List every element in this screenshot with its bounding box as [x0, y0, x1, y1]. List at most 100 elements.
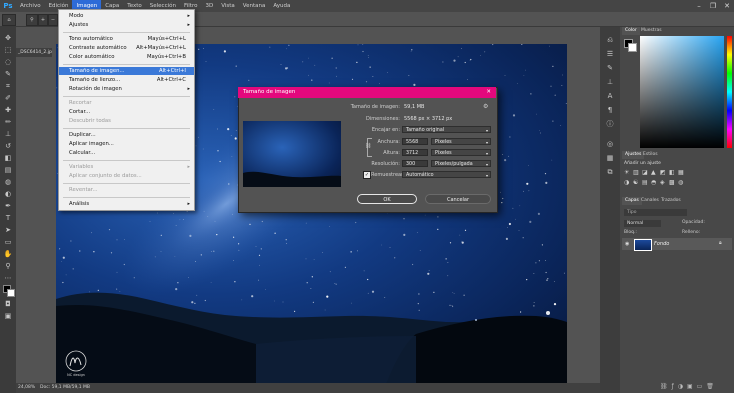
menu-item[interactable]: Color automático Mayús+Ctrl+B [59, 53, 194, 61]
resample-select[interactable]: Automático ▾ [402, 171, 491, 178]
more-tools-icon[interactable]: ⋯ [3, 273, 13, 283]
tab-swatches[interactable]: Muestras [638, 27, 665, 35]
adjustment-layer-icon[interactable]: ◓ [651, 179, 656, 186]
resolution-unit-select[interactable]: Píxeles/pulgada ▾ [431, 160, 491, 167]
close-icon[interactable]: ✕ [720, 0, 734, 12]
resolution-input[interactable]: 300 [402, 160, 428, 167]
dialog-gear-icon[interactable]: ⚙ [483, 103, 488, 110]
menu-item[interactable]: Tamaño de lienzo... Alt+Ctrl+C [59, 76, 194, 84]
menubar-item[interactable]: Ayuda [269, 0, 294, 12]
pen-tool-icon[interactable]: ✒ [3, 201, 13, 211]
ok-button[interactable]: OK [357, 194, 417, 204]
menubar-item[interactable]: 3D [201, 0, 217, 12]
adjustment-layer-icon[interactable]: ◑ [624, 179, 629, 186]
adjustment-layer-icon[interactable]: ▲ [651, 169, 656, 176]
healing-tool-icon[interactable]: ✚ [3, 105, 13, 115]
dodge-tool-icon[interactable]: ◐ [3, 189, 13, 199]
color-bg-swatch[interactable] [628, 43, 637, 52]
adjustment-layer-icon[interactable]: ☯ [633, 179, 638, 186]
visibility-eye-icon[interactable]: ◉ [625, 241, 629, 247]
history-brush-tool-icon[interactable]: ↺ [3, 141, 13, 151]
brush-panel-icon[interactable]: ✎ [605, 63, 615, 73]
height-input[interactable]: 3712 [402, 149, 428, 156]
fit-to-select[interactable]: Tamaño original ▾ [402, 126, 491, 133]
menu-item[interactable]: Ajustes ▸ [59, 21, 194, 29]
hand-tool-icon[interactable]: ✋ [3, 249, 13, 259]
zoom-view-tool-icon[interactable]: ⚲ [3, 261, 13, 271]
quick-mask-icon[interactable]: ◘ [3, 299, 13, 309]
height-unit-select[interactable]: Píxeles ▾ [431, 149, 491, 156]
styles-panel-icon[interactable]: ◎ [605, 139, 615, 149]
dialog-preview-image[interactable] [243, 121, 341, 187]
adjustment-layer-icon[interactable]: ◈ [660, 179, 665, 186]
adjustment-layer-icon[interactable]: ◍ [678, 179, 683, 186]
menu-item[interactable]: Tamaño de imagen... Alt+Ctrl+I [59, 67, 194, 75]
width-input[interactable]: 5568 [402, 138, 428, 145]
swatch-panel-icon[interactable]: ▦ [605, 153, 615, 163]
blend-mode-select[interactable]: Normal [624, 220, 661, 227]
menu-item[interactable]: Calcular... [59, 149, 194, 157]
brush-tool-icon[interactable]: ✏ [3, 117, 13, 127]
adjustment-layer-icon[interactable]: ◪ [642, 169, 648, 176]
background-color-swatch[interactable] [7, 289, 15, 297]
adjustment-layer-icon[interactable]: ◩ [660, 169, 666, 176]
document-tab[interactable]: _DSC6414_2.jpg al 24,1% (RGB/8#) [16, 48, 52, 57]
type-tool-icon[interactable]: T [3, 213, 13, 223]
path-select-tool-icon[interactable]: ➤ [3, 225, 13, 235]
layer-row-background[interactable]: ◉ Fondo 🔒︎ [622, 238, 732, 251]
gradient-tool-icon[interactable]: ▤ [3, 165, 13, 175]
crop-tool-icon[interactable]: ⌗ [3, 81, 13, 91]
menu-item[interactable]: Cortar... [59, 108, 194, 116]
adjustment-layer-icon[interactable]: ▤ [642, 179, 648, 186]
menu-item[interactable]: Duplicar... [59, 131, 194, 139]
tab-styles[interactable]: Estilos [640, 151, 661, 159]
menu-item[interactable]: Aplicar imagen... [59, 140, 194, 148]
zoom-tool-icon[interactable]: ⚲ [26, 14, 38, 26]
clone-panel-icon[interactable]: ⊥ [605, 77, 615, 87]
menubar-item[interactable]: Vista [217, 0, 239, 12]
adjustment-layer-icon[interactable]: ▩ [669, 179, 675, 186]
zoom-in-icon[interactable]: + [38, 14, 48, 26]
quick-select-tool-icon[interactable]: ✎ [3, 69, 13, 79]
zoom-out-icon[interactable]: − [48, 14, 58, 26]
hue-slider[interactable] [727, 36, 732, 148]
menu-item[interactable]: Contraste automático Alt+Mayús+Ctrl+L [59, 44, 194, 52]
menubar-item[interactable]: Ventana [239, 0, 270, 12]
menu-item[interactable]: Rotación de imagen ▸ [59, 85, 194, 93]
lasso-tool-icon[interactable]: ◌ [3, 57, 13, 67]
tab-paths[interactable]: Trazados [658, 197, 684, 205]
zoom-level[interactable]: 24,08% [18, 383, 35, 393]
resample-checkbox[interactable]: ✓ [363, 171, 371, 179]
width-unit-select[interactable]: Píxeles ▾ [431, 138, 491, 145]
info-panel-icon[interactable]: ⓘ [605, 119, 615, 129]
menu-item[interactable]: Modo ▸ [59, 12, 194, 20]
properties-panel-icon[interactable]: ☰ [605, 49, 615, 59]
menu-item[interactable]: Análisis ▸ [59, 200, 194, 208]
menubar-item[interactable]: Archivo [16, 0, 45, 12]
screen-mode-icon[interactable]: ▣ [3, 311, 13, 321]
layer-bottom-icons[interactable]: ⛓ƒ◑▣▭🗑︎ [660, 383, 718, 390]
marquee-tool-icon[interactable]: ⬚ [3, 45, 13, 55]
blur-tool-icon[interactable]: ◍ [3, 177, 13, 187]
doc-size-info[interactable]: Doc: 59,1 MB/59,1 MB [40, 383, 90, 393]
cancel-button[interactable]: Cancelar [425, 194, 491, 204]
minimize-icon[interactable]: – [692, 0, 706, 12]
adjustment-layer-icon[interactable]: ▦ [678, 169, 684, 176]
stamp-tool-icon[interactable]: ⊥ [3, 129, 13, 139]
rectangle-tool-icon[interactable]: ▭ [3, 237, 13, 247]
history-panel-icon[interactable]: ⎌ [605, 35, 615, 45]
move-tool-icon[interactable]: ✥ [3, 33, 13, 43]
menu-item[interactable]: Tono automático Mayús+Ctrl+L [59, 35, 194, 43]
eyedropper-tool-icon[interactable]: ✐ [3, 93, 13, 103]
restore-icon[interactable]: ❐ [706, 0, 720, 12]
eraser-tool-icon[interactable]: ◧ [3, 153, 13, 163]
adjustment-layer-icon[interactable]: ☀ [624, 169, 629, 176]
library-panel-icon[interactable]: ⧉ [605, 167, 615, 177]
dialog-close-icon[interactable]: ✕ [486, 87, 491, 98]
home-icon[interactable]: ⌂ [2, 14, 16, 26]
layer-search-input[interactable]: Tipo [624, 209, 687, 216]
color-picker-field[interactable] [640, 36, 724, 148]
adjustment-layer-icon[interactable]: ▥ [633, 169, 639, 176]
adjustment-layer-icon[interactable]: ◧ [669, 169, 675, 176]
paragraph-panel-icon[interactable]: ¶ [605, 105, 615, 115]
